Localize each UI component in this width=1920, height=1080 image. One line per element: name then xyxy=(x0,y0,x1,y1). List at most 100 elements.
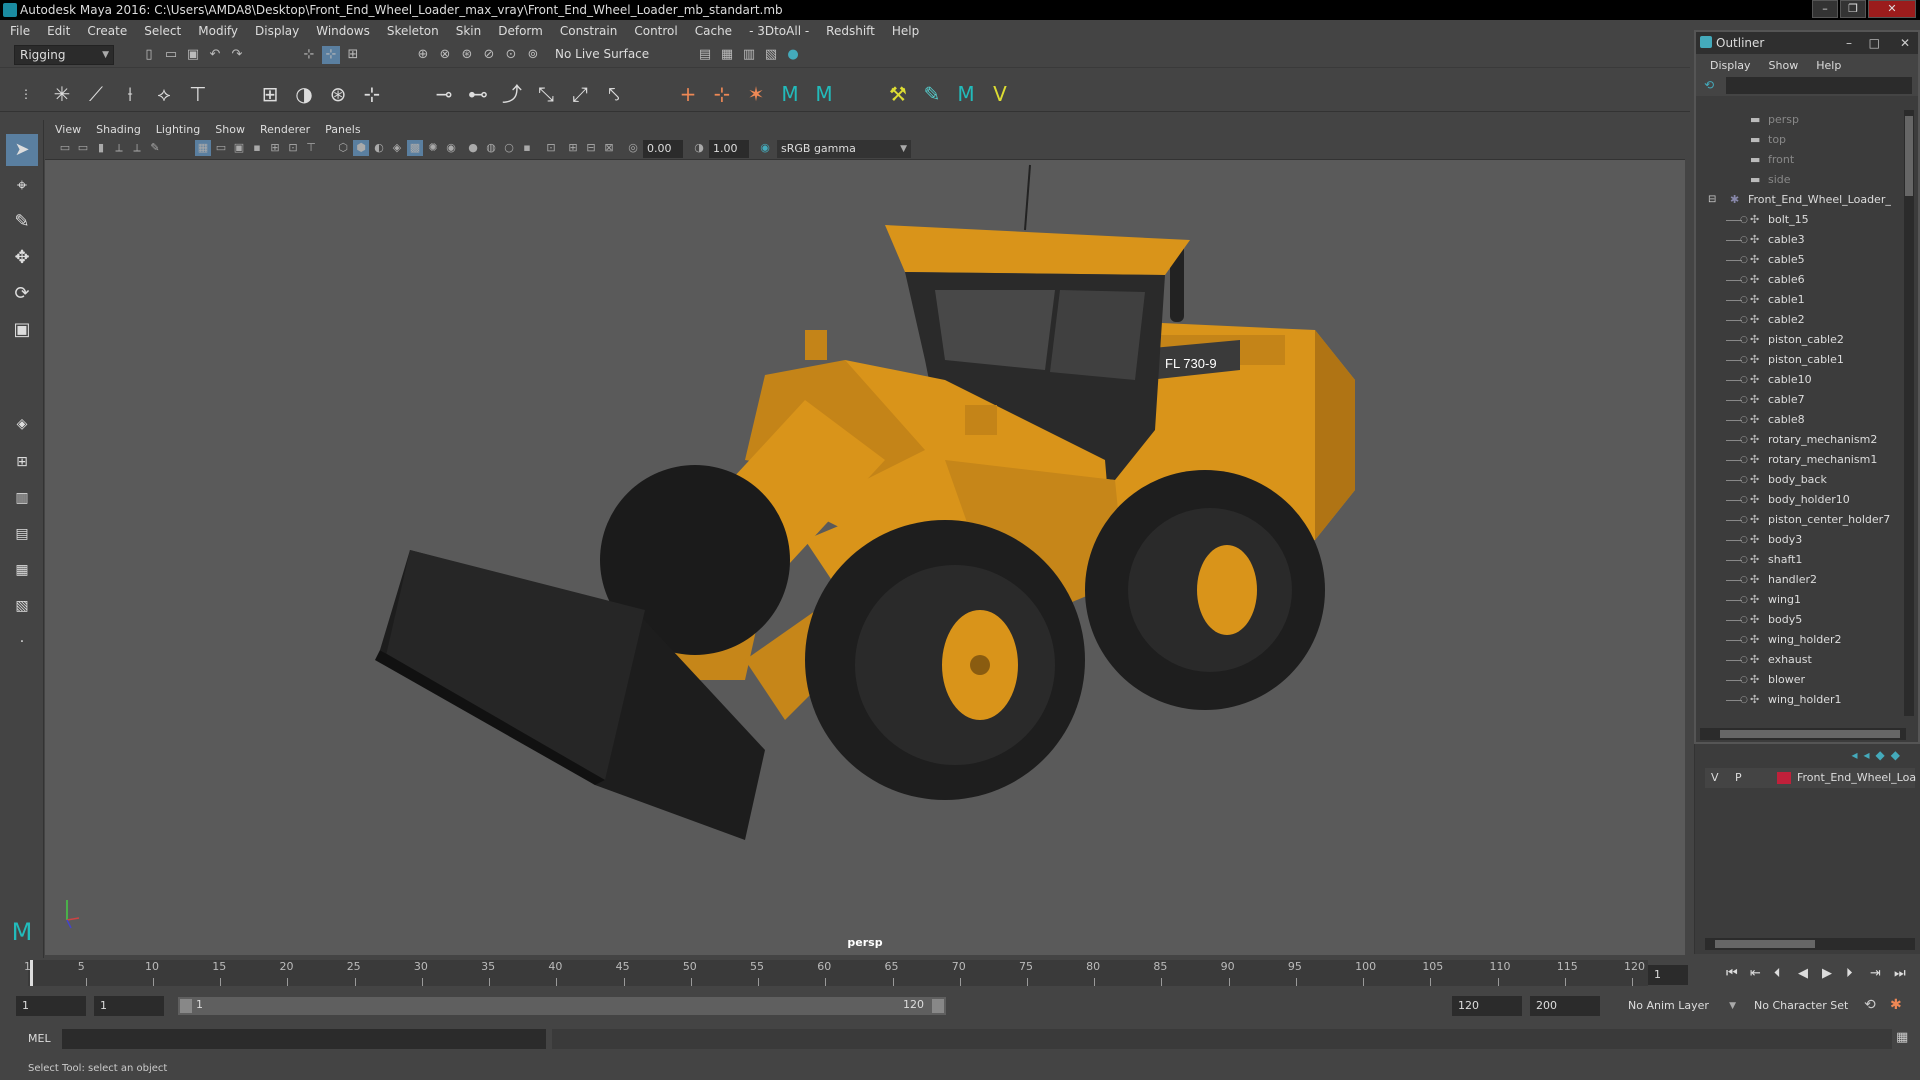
select-component-icon[interactable]: ⊞ xyxy=(344,46,362,64)
anim-layer-dropdown[interactable]: No Anim Layer ▼ xyxy=(1622,996,1740,1016)
snap-point-icon[interactable]: ⊛ xyxy=(458,46,476,64)
range-end-handle[interactable] xyxy=(932,999,944,1013)
outliner-item[interactable]: ○ ✣ cable7 xyxy=(1700,390,1900,410)
scale-constraint-icon[interactable]: ⤡ xyxy=(532,80,560,108)
undo-icon[interactable]: ↶ xyxy=(206,46,224,64)
panel-menu-shading[interactable]: Shading xyxy=(96,123,141,136)
maya-tool-2-icon[interactable]: M xyxy=(810,80,838,108)
default-material-icon[interactable]: ◈ xyxy=(389,140,405,156)
brush-tool-icon[interactable]: ✎ xyxy=(918,80,946,108)
scroll-thumb[interactable] xyxy=(1715,940,1815,948)
layout-more-icon[interactable]: · xyxy=(6,626,38,658)
render-settings-icon[interactable]: ▤ xyxy=(696,46,714,64)
step-back-frame-icon[interactable]: ⏴ xyxy=(1774,966,1781,981)
hik-icon[interactable]: ✶ xyxy=(742,80,770,108)
layer-visibility-toggle[interactable]: V xyxy=(1711,768,1719,788)
panel-menu-lighting[interactable]: Lighting xyxy=(156,123,200,136)
use-all-lights-icon[interactable]: ✺ xyxy=(425,140,441,156)
render-globals-icon[interactable]: ▧ xyxy=(762,46,780,64)
grease-pencil-icon[interactable]: ✎ xyxy=(147,140,163,156)
grid-toggle-icon[interactable]: ▦ xyxy=(195,140,211,156)
color-management-icon[interactable]: ◉ xyxy=(757,140,773,156)
xray-components-icon[interactable]: ⊠ xyxy=(601,140,617,156)
smooth-shade-icon[interactable]: ⬢ xyxy=(353,140,369,156)
bookmark-icon[interactable]: ▮ xyxy=(93,140,109,156)
outliner-horizontal-scrollbar[interactable] xyxy=(1700,728,1906,740)
snap-grid-icon[interactable]: ⊕ xyxy=(414,46,432,64)
scroll-thumb[interactable] xyxy=(1905,116,1913,196)
play-forward-icon[interactable]: ▶ xyxy=(1822,966,1832,981)
aim-constraint-icon[interactable]: ⊷ xyxy=(464,80,492,108)
textured-icon[interactable]: ▩ xyxy=(407,140,423,156)
maximize-button[interactable]: ❐ xyxy=(1840,0,1866,18)
2d-pan-zoom-icon[interactable]: ⟂ xyxy=(129,140,145,156)
script-editor-icon[interactable]: ▦ xyxy=(1896,1030,1908,1045)
ik-spline-icon[interactable]: ⟊ xyxy=(116,80,144,108)
panel-menu-panels[interactable]: Panels xyxy=(325,123,360,136)
screen-space-ao-icon[interactable]: ● xyxy=(465,140,481,156)
xray-joints-icon[interactable]: ⊟ xyxy=(583,140,599,156)
outliner-item[interactable]: ○ ✣ cable1 xyxy=(1700,290,1900,310)
render-view-icon[interactable]: ▦ xyxy=(718,46,736,64)
field-chart-icon[interactable]: ⊞ xyxy=(267,140,283,156)
orient-constraint-icon[interactable]: ⤴ xyxy=(498,80,526,108)
animation-prefs-icon[interactable]: ✱ xyxy=(1890,997,1902,1013)
playback-start-field[interactable]: 1 xyxy=(94,996,164,1016)
layer-tools-icon[interactable]: ◂◂◆◆ xyxy=(1851,748,1906,762)
snap-view-icon[interactable]: ⊘ xyxy=(480,46,498,64)
outliner-item[interactable]: ○ ✣ exhaust xyxy=(1700,650,1900,670)
mirror-joint-icon[interactable]: ⊤ xyxy=(184,80,212,108)
gamma-field[interactable]: 1.00 xyxy=(709,140,749,158)
menu-display[interactable]: Display xyxy=(255,24,299,38)
persp-graph-layout-icon[interactable]: ▤ xyxy=(6,518,38,550)
xray-icon[interactable]: ⊞ xyxy=(565,140,581,156)
skin-tool-icon[interactable]: ⚒ xyxy=(884,80,912,108)
outliner-item[interactable]: ○ ✣ cable3 xyxy=(1700,230,1900,250)
menu-deform[interactable]: Deform xyxy=(498,24,543,38)
outliner-item[interactable]: ○ ✣ handler2 xyxy=(1700,570,1900,590)
outliner-camera-persp[interactable]: ▬ persp xyxy=(1700,110,1900,130)
ipr-render-icon[interactable]: ▥ xyxy=(740,46,758,64)
rotate-tool-icon[interactable]: ⟳ xyxy=(6,278,38,310)
outliner-item[interactable]: ○ ✣ cable5 xyxy=(1700,250,1900,270)
outliner-item[interactable]: ○ ✣ body_back xyxy=(1700,470,1900,490)
outliner-item[interactable]: ○ ✣ body_holder10 xyxy=(1700,490,1900,510)
shelf-options-icon[interactable]: ⋮ xyxy=(12,80,40,108)
paint-weights-icon[interactable]: ◑ xyxy=(290,80,318,108)
go-to-end-icon[interactable]: ⏭ xyxy=(1894,966,1906,981)
maya-tool-1-icon[interactable]: M xyxy=(776,80,804,108)
outliner-camera-side[interactable]: ▬ side xyxy=(1700,170,1900,190)
point-constraint-icon[interactable]: ⊸ xyxy=(430,80,458,108)
outliner-search-input[interactable] xyxy=(1726,77,1912,94)
paint-select-icon[interactable]: ✎ xyxy=(6,206,38,238)
save-scene-icon[interactable]: ▣ xyxy=(184,46,202,64)
menu-select[interactable]: Select xyxy=(144,24,181,38)
outliner-item[interactable]: ○ ✣ rotary_mechanism1 xyxy=(1700,450,1900,470)
persp-outliner-layout-icon[interactable]: ▥ xyxy=(6,482,38,514)
step-forward-key-icon[interactable]: ⇥ xyxy=(1870,966,1881,981)
layer-playback-toggle[interactable]: P xyxy=(1735,768,1742,788)
outliner-item[interactable]: ○ ✣ cable10 xyxy=(1700,370,1900,390)
safe-action-icon[interactable]: ⊡ xyxy=(285,140,301,156)
outliner-item[interactable]: ○ ✣ piston_cable2 xyxy=(1700,330,1900,350)
isolate-select-icon[interactable]: ⊡ xyxy=(543,140,559,156)
lattice-icon[interactable]: ⊛ xyxy=(324,80,352,108)
outliner-camera-top[interactable]: ▬ top xyxy=(1700,130,1900,150)
menu-skin[interactable]: Skin xyxy=(456,24,482,38)
joint-tool-icon[interactable]: ✳ xyxy=(48,80,76,108)
menu-edit[interactable]: Edit xyxy=(47,24,70,38)
outliner-item[interactable]: ○ ✣ cable6 xyxy=(1700,270,1900,290)
playback-end-field[interactable]: 120 xyxy=(1452,996,1522,1016)
viewport-persp[interactable]: FL 730-9 persp xyxy=(45,160,1685,955)
hypershade-layout-icon[interactable]: ▦ xyxy=(6,554,38,586)
outliner-vertical-scrollbar[interactable] xyxy=(1904,110,1914,716)
menu-help[interactable]: Help xyxy=(892,24,919,38)
current-frame-field[interactable]: 1 xyxy=(1648,965,1688,985)
anti-aliasing-icon[interactable]: ○ xyxy=(501,140,517,156)
outliner-menu-show[interactable]: Show xyxy=(1769,59,1799,72)
pole-vector-icon[interactable]: ⤣ xyxy=(600,80,628,108)
menu-windows[interactable]: Windows xyxy=(316,24,370,38)
animation-start-field[interactable]: 1 xyxy=(16,996,86,1016)
snap-curve-icon[interactable]: ⊗ xyxy=(436,46,454,64)
bind-skin-icon[interactable]: ⊞ xyxy=(256,80,284,108)
